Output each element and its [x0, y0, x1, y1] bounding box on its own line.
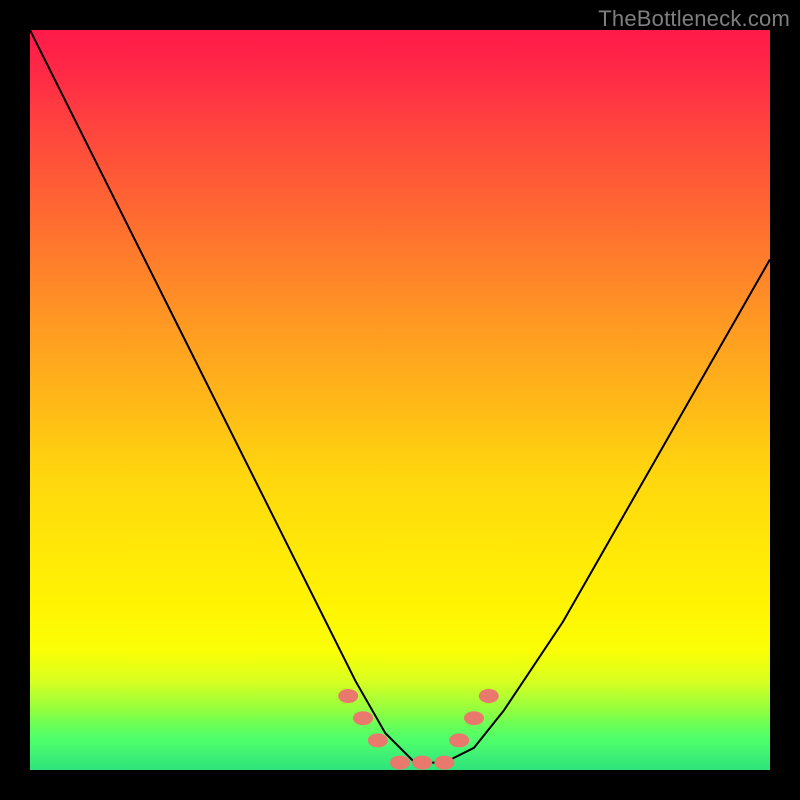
- plateau-marker: [338, 689, 358, 703]
- watermark-text: TheBottleneck.com: [598, 6, 790, 32]
- plot-area: [30, 30, 770, 770]
- plateau-marker: [464, 711, 484, 725]
- plateau-marker: [434, 756, 454, 770]
- plateau-marker: [412, 756, 432, 770]
- plateau-marker: [368, 733, 388, 747]
- curve-layer: [30, 30, 770, 770]
- chart-stage: TheBottleneck.com: [0, 0, 800, 800]
- plateau-markers: [338, 689, 499, 770]
- plateau-marker: [390, 756, 410, 770]
- plateau-marker: [479, 689, 499, 703]
- bottleneck-curve: [30, 30, 770, 763]
- plateau-marker: [449, 733, 469, 747]
- plateau-marker: [353, 711, 373, 725]
